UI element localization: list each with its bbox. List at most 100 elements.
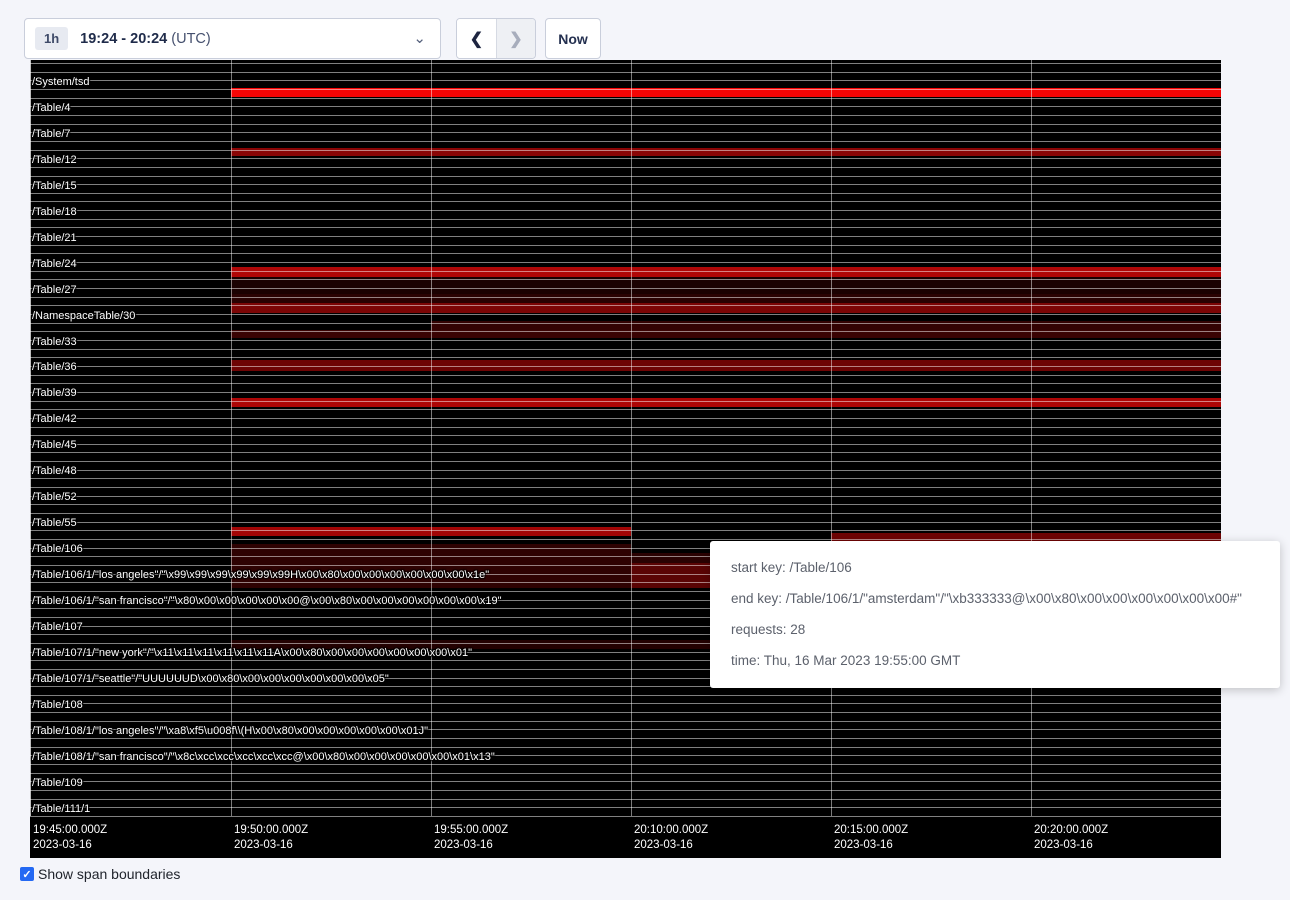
span-key-label: /Table/107/1/"new york"/"\x11\x11\x11\x1…	[32, 647, 472, 660]
show-span-boundaries-label: Show span boundaries	[38, 866, 180, 882]
span-boundary-line	[30, 738, 1221, 739]
keyvis-heatmap[interactable]: /System/tsd/Table/4/Table/7/Table/12/Tab…	[30, 60, 1221, 858]
span-key-label: /Table/111/1	[32, 803, 90, 816]
span-key-label: /Table/108	[32, 699, 83, 712]
span-boundary-line	[30, 504, 1221, 505]
span-boundary-line	[30, 799, 1221, 800]
span-boundary-line	[30, 236, 1221, 237]
span-boundary-line	[30, 773, 1221, 774]
chevron-down-icon: ⌄	[413, 34, 426, 44]
span-boundary-line	[30, 279, 1221, 280]
time-range-label: 19:24 - 20:24 (UTC)	[80, 31, 211, 47]
span-key-label: /Table/21	[32, 232, 77, 245]
span-key-label: /Table/108/1/"los angeles"/"\xa8\xf5\u00…	[32, 725, 428, 738]
span-key-label: /Table/55	[32, 517, 77, 530]
span-boundary-line	[30, 427, 1221, 428]
span-boundary-line	[30, 496, 1221, 497]
span-boundary-line	[30, 176, 1221, 177]
check-icon: ✓	[22, 868, 31, 881]
span-boundary-line	[30, 193, 1221, 194]
span-key-label: /Table/108/1/"san francisco"/"\x8c\xcc\x…	[32, 751, 495, 764]
span-key-label: /Table/7	[32, 128, 71, 141]
span-boundary-line	[30, 513, 1221, 514]
span-boundary-line	[30, 366, 1221, 367]
span-key-label: /Table/52	[32, 491, 77, 504]
span-boundary-line	[30, 401, 1221, 402]
span-key-label: /Table/106	[32, 543, 83, 556]
span-boundary-line	[30, 262, 1221, 263]
span-key-label: /Table/107/1/"seattle"/"UUUUUUD\x00\x80\…	[32, 673, 389, 686]
chevron-left-icon: ❮	[470, 29, 483, 49]
heat-band[interactable]	[231, 398, 1221, 407]
heat-band[interactable]	[231, 294, 1221, 303]
time-range-dropdown[interactable]: 1h 19:24 - 20:24 (UTC) ⌄	[24, 18, 441, 59]
span-boundary-line	[30, 106, 1221, 107]
span-key-label: /Table/33	[32, 336, 77, 349]
span-boundary-line	[30, 470, 1221, 471]
time-gridline	[831, 60, 832, 816]
span-boundary-line	[30, 522, 1221, 523]
time-gridline	[1031, 60, 1032, 816]
span-boundary-line	[30, 383, 1221, 384]
tooltip-time: time: Thu, 16 Mar 2023 19:55:00 GMT	[731, 653, 1259, 668]
span-boundary-line	[30, 418, 1221, 419]
span-boundary-line	[30, 288, 1221, 289]
span-boundary-line	[30, 478, 1221, 479]
span-boundary-line	[30, 452, 1221, 453]
span-key-label: /Table/15	[32, 180, 77, 193]
span-key-label: /Table/109	[32, 777, 83, 790]
span-boundary-line	[30, 80, 1221, 81]
time-range-nav: ❮ ❯	[456, 18, 536, 59]
now-button[interactable]: Now	[545, 18, 601, 59]
span-key-label: /System/tsd	[32, 76, 89, 89]
span-boundary-line	[30, 487, 1221, 488]
time-axis-label: 19:45:00.000Z 2023-03-16	[33, 823, 107, 852]
heat-band[interactable]	[231, 267, 1221, 277]
span-boundary-line	[30, 357, 1221, 358]
span-boundary-line	[30, 790, 1221, 791]
span-key-label: /Table/45	[32, 439, 77, 452]
time-zone-label: (UTC)	[171, 31, 210, 47]
span-boundary-line	[30, 781, 1221, 782]
span-boundary-line	[30, 530, 1221, 531]
time-axis-label: 19:50:00.000Z 2023-03-16	[234, 823, 308, 852]
span-boundary-line	[30, 712, 1221, 713]
span-boundary-line	[30, 253, 1221, 254]
span-boundary-line	[30, 132, 1221, 133]
span-boundary-line	[30, 323, 1221, 324]
span-boundary-line	[30, 444, 1221, 445]
span-boundary-line	[30, 89, 1221, 90]
prev-range-button[interactable]: ❮	[457, 19, 496, 58]
span-key-label: /Table/42	[32, 413, 77, 426]
span-boundary-line	[30, 703, 1221, 704]
span-key-label: /Table/24	[32, 258, 77, 271]
tooltip-end-key: end key: /Table/106/1/"amsterdam"/"\xb33…	[731, 591, 1259, 606]
show-span-boundaries-checkbox[interactable]: ✓	[20, 867, 34, 881]
span-boundary-line	[30, 297, 1221, 298]
span-boundary-line	[30, 167, 1221, 168]
tooltip-requests: requests: 28	[731, 622, 1259, 637]
span-boundary-line	[30, 305, 1221, 306]
span-boundary-line	[30, 72, 1221, 73]
span-boundary-line	[30, 807, 1221, 808]
span-boundary-line	[30, 219, 1221, 220]
span-key-label: /Table/4	[32, 102, 71, 115]
span-boundary-line	[30, 271, 1221, 272]
span-boundary-line	[30, 314, 1221, 315]
span-boundary-line	[30, 98, 1221, 99]
span-boundary-line	[30, 392, 1221, 393]
span-boundary-line	[30, 764, 1221, 765]
span-boundary-line	[30, 245, 1221, 246]
hover-tooltip: start key: /Table/106 end key: /Table/10…	[710, 541, 1280, 688]
span-key-label: /NamespaceTable/30	[32, 310, 135, 323]
next-range-button[interactable]: ❯	[496, 19, 535, 58]
span-boundary-line	[30, 816, 1221, 817]
span-boundary-line	[30, 141, 1221, 142]
span-key-label: /Table/107	[32, 621, 83, 634]
time-axis-label: 20:15:00.000Z 2023-03-16	[834, 823, 908, 852]
span-boundary-line	[30, 435, 1221, 436]
span-boundary-line	[30, 150, 1221, 151]
span-boundary-line	[30, 721, 1221, 722]
span-boundary-line	[30, 349, 1221, 350]
span-key-label: /Table/48	[32, 465, 77, 478]
